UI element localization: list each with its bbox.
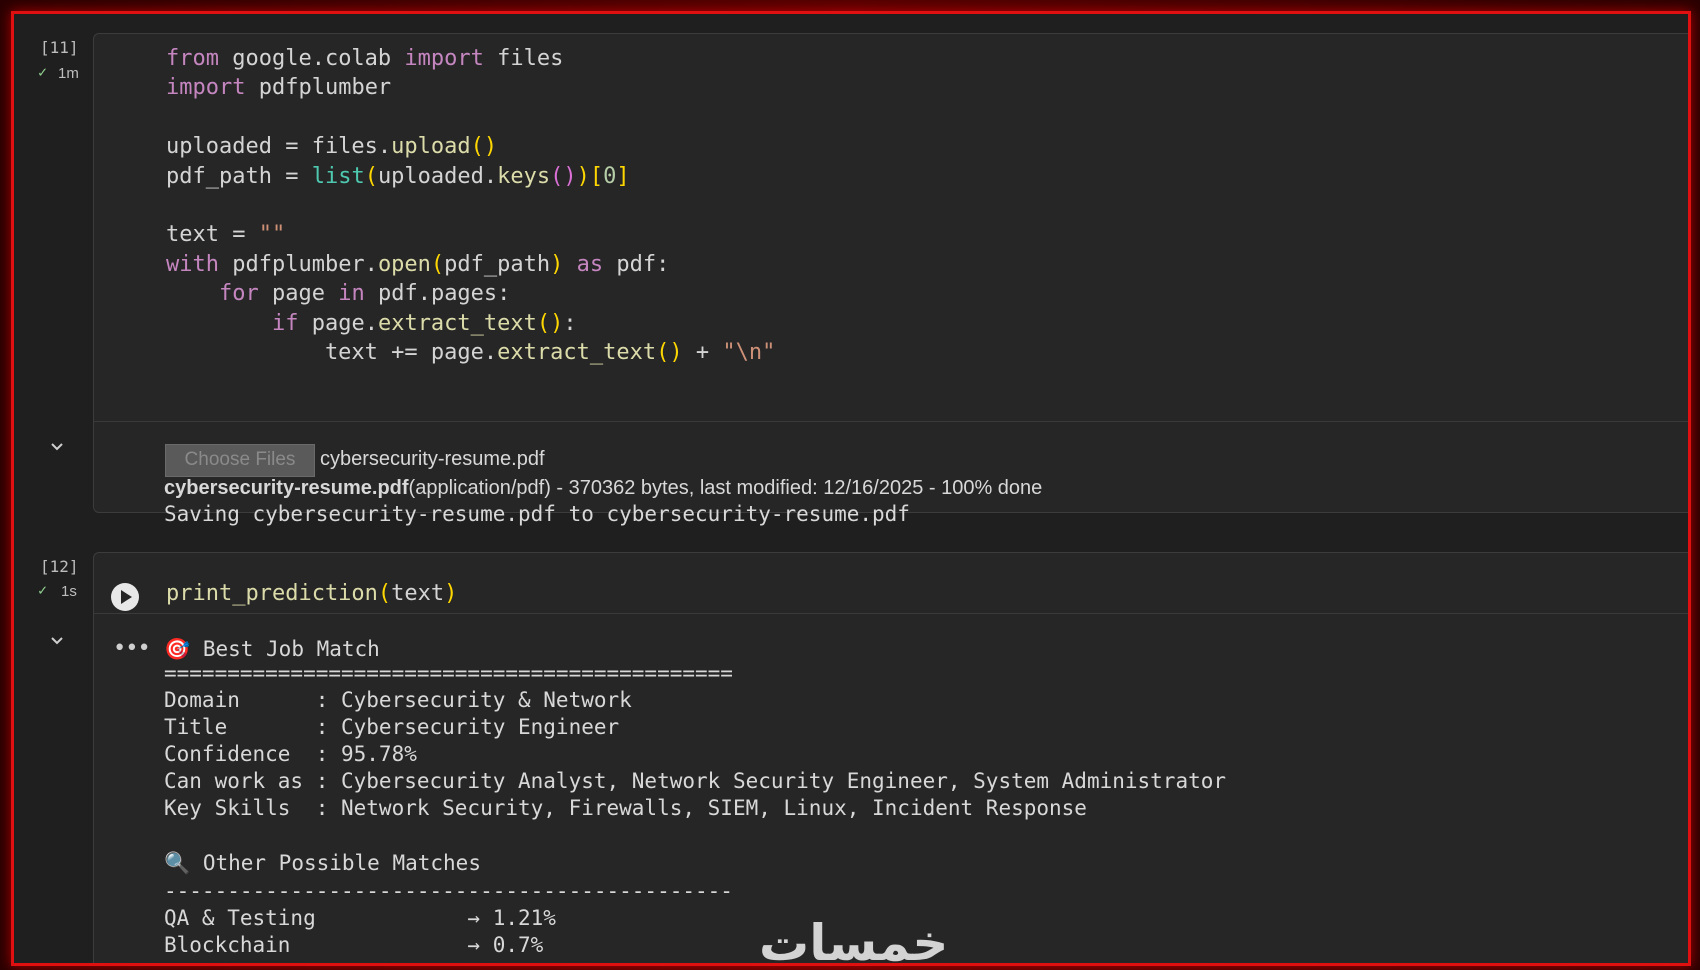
result-row: Title : Cybersecurity Engineer (164, 715, 620, 739)
check-icon: ✓ (38, 63, 48, 81)
target-icon: 🎯 (164, 637, 191, 661)
result-row: Confidence : 95.78% (164, 742, 417, 766)
output-separator (93, 421, 1688, 422)
code-line: import pdfplumber (166, 75, 392, 101)
execution-count: [11] (40, 38, 79, 57)
match-row: QA & Testing → 1.21% (164, 906, 556, 930)
code-editor[interactable]: from google.colab import files import pd… (166, 44, 775, 367)
best-match-title: Best Job Match (202, 637, 380, 661)
code-line: with pdfplumber.open(pdf_path) as pdf: (166, 251, 670, 277)
code-line: uploaded = files.upload() (166, 134, 498, 160)
chevron-down-icon[interactable] (50, 634, 64, 648)
notebook-frame: [11] ✓ 1m from google.colab import files… (11, 11, 1691, 966)
code-line: if page.extract_text(): (271, 310, 577, 336)
upload-details: (application/pdf) - 370362 bytes, last m… (408, 477, 1043, 499)
execution-time: 1s (61, 583, 77, 600)
run-button[interactable] (110, 582, 140, 612)
check-icon: ✓ (38, 581, 48, 599)
other-matches-heading: 🔍 Other Possible Matches (164, 850, 481, 877)
code-line: text = "" (166, 222, 286, 248)
output-separator (93, 613, 1688, 614)
code-line: pdf_path = list(uploaded.keys())[0] (166, 163, 630, 189)
execution-time: 1m (58, 65, 79, 82)
best-match-heading: 🎯 Best Job Match (164, 636, 380, 663)
selected-file-name: cybersecurity-resume.pdf (320, 448, 545, 470)
chevron-down-icon[interactable] (50, 440, 64, 454)
magnifier-icon: 🔍 (164, 851, 191, 875)
result-row: Key Skills : Network Security, Firewalls… (164, 796, 1087, 820)
code-line: from google.colab import files (166, 46, 564, 71)
saving-line: Saving cybersecurity-resume.pdf to cyber… (164, 502, 910, 526)
choose-files-button[interactable]: Choose Files (165, 444, 315, 477)
code-line: for page in pdf.pages: (218, 281, 511, 307)
execution-count: [12] (40, 557, 79, 576)
upload-status: cybersecurity-resume.pdf(application/pdf… (164, 477, 1042, 500)
more-options-icon[interactable]: ••• (113, 636, 151, 661)
result-row: Can work as : Cybersecurity Analyst, Net… (164, 769, 1227, 793)
code-editor[interactable]: print_prediction(text) (166, 579, 457, 608)
result-row: Domain : Cybersecurity & Network (164, 688, 632, 712)
upload-file-name: cybersecurity-resume.pdf (164, 477, 409, 499)
watermark-logo: خمسات (759, 914, 949, 966)
match-row: Blockchain → 0.7% (164, 933, 544, 957)
double-divider: ========================================… (164, 661, 733, 685)
code-line: text += page.extract_text() + "\n" (166, 340, 776, 366)
other-matches-title: Other Possible Matches (202, 851, 481, 875)
single-divider: ----------------------------------------… (164, 879, 733, 903)
